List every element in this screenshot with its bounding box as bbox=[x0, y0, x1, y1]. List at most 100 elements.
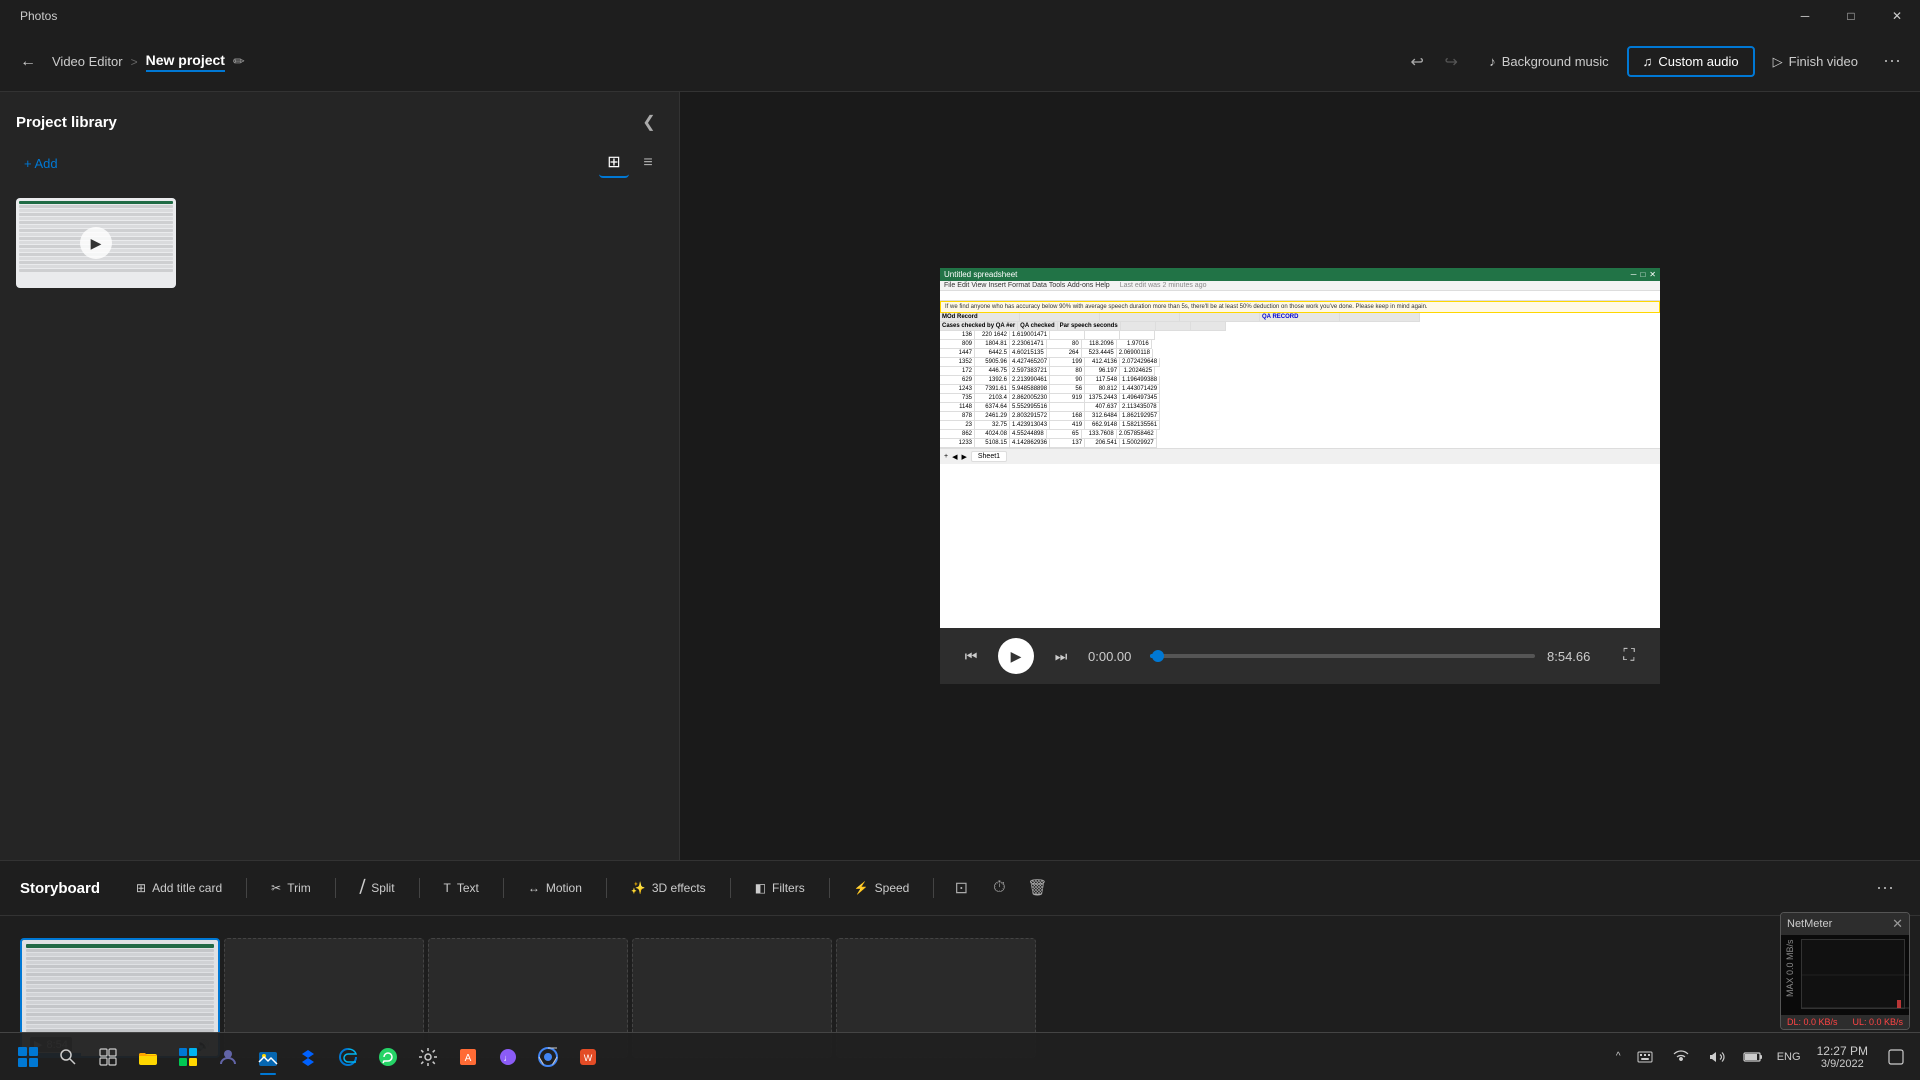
progress-dot[interactable] bbox=[1152, 650, 1164, 662]
progress-bar[interactable] bbox=[1150, 654, 1535, 658]
add-title-card-button[interactable]: ⊞ Add title card bbox=[124, 875, 234, 901]
taskbar-app13-button[interactable]: W bbox=[568, 1037, 608, 1077]
motion-icon: ↔ bbox=[528, 881, 540, 895]
tray-expand-button[interactable]: ^ bbox=[1612, 1047, 1625, 1066]
ss-next-sheet[interactable]: ▶ bbox=[961, 453, 966, 461]
language-indicator[interactable]: ENG bbox=[1773, 1041, 1805, 1073]
filters-button[interactable]: ◧ Filters bbox=[743, 875, 817, 901]
crop-button[interactable]: ⊡ bbox=[946, 873, 976, 903]
duration-display: 8:54.66 bbox=[1547, 649, 1602, 664]
taskbar-network-button[interactable] bbox=[1665, 1041, 1697, 1073]
close-button[interactable]: ✕ bbox=[1874, 0, 1920, 32]
list-view-button[interactable]: ≡ bbox=[633, 148, 663, 178]
ss-tab-help[interactable]: Help bbox=[1095, 282, 1109, 289]
taskbar-store-button[interactable] bbox=[168, 1037, 208, 1077]
ss-formula-bar[interactable] bbox=[940, 291, 1660, 301]
minimize-button[interactable]: ─ bbox=[1782, 0, 1828, 32]
taskbar-photos-button[interactable] bbox=[248, 1037, 288, 1077]
ss-tab-file[interactable]: File bbox=[944, 282, 955, 289]
taskbar-teams-button[interactable] bbox=[208, 1037, 248, 1077]
rewind-button[interactable]: ⏮ bbox=[956, 641, 986, 671]
background-music-button[interactable]: ♪ Background music bbox=[1475, 48, 1622, 75]
netmeter-close-button[interactable]: ✕ bbox=[1892, 916, 1903, 932]
taskbar-chrome-button[interactable] bbox=[528, 1037, 568, 1077]
ss-tab-format[interactable]: Format bbox=[1008, 282, 1030, 289]
add-media-button[interactable]: + Add bbox=[16, 152, 66, 175]
taskbar-fileexplorer-button[interactable] bbox=[128, 1037, 168, 1077]
search-icon bbox=[58, 1047, 78, 1067]
split-button[interactable]: ⧸ Split bbox=[348, 873, 407, 903]
ss-tab-edit[interactable]: Edit bbox=[957, 282, 969, 289]
ss-subheader-row: Cases checked by QA #er QA checked Par s… bbox=[940, 322, 1660, 331]
taskbar-whatsapp-button[interactable] bbox=[368, 1037, 408, 1077]
time-button[interactable]: ⏱ bbox=[984, 873, 1014, 903]
ss-maximize[interactable]: □ bbox=[1640, 270, 1645, 279]
finish-video-button[interactable]: ▷ Finish video bbox=[1759, 48, 1872, 76]
ss-tab-data[interactable]: Data bbox=[1032, 282, 1047, 289]
text-button[interactable]: T Text bbox=[432, 875, 491, 901]
project-name-area: New project ✏ bbox=[146, 52, 245, 72]
ss-sheet1-tab[interactable]: Sheet1 bbox=[971, 451, 1007, 462]
separator bbox=[419, 878, 420, 898]
separator bbox=[829, 878, 830, 898]
ss-close[interactable]: ✕ bbox=[1649, 270, 1656, 279]
storyboard-more-button[interactable]: ⋯ bbox=[1870, 873, 1900, 903]
ss-tab-insert[interactable]: Insert bbox=[988, 282, 1006, 289]
title-bar: Photos ─ □ ✕ bbox=[0, 0, 1920, 32]
thumb-play-button[interactable]: ▶ bbox=[80, 227, 112, 259]
delete-button[interactable]: 🗑 bbox=[1022, 873, 1052, 903]
3d-effects-button[interactable]: ✨ 3D effects bbox=[619, 875, 718, 901]
media-thumbnail[interactable]: ▶ bbox=[16, 198, 176, 288]
taskbar-app10-button[interactable]: A bbox=[448, 1037, 488, 1077]
taskbar-taskview-button[interactable] bbox=[88, 1037, 128, 1077]
grid-view-button[interactable]: ⊞ bbox=[599, 148, 629, 178]
table-row: 13525905.964.427465207199412.41362.07242… bbox=[940, 358, 1660, 367]
taskbar-search-button[interactable] bbox=[48, 1037, 88, 1077]
more-options-button[interactable]: ⋯ bbox=[1876, 46, 1908, 78]
edit-project-name-button[interactable]: ✏ bbox=[233, 53, 245, 70]
netmeter-dl-rate: DL: 0.0 KB/s bbox=[1787, 1017, 1838, 1027]
filters-label: Filters bbox=[772, 881, 805, 895]
step-icon: ⏭ bbox=[1055, 648, 1068, 665]
ss-add-sheet[interactable]: + bbox=[944, 453, 948, 460]
system-clock[interactable]: 12:27 PM 3/9/2022 bbox=[1809, 1044, 1876, 1070]
taskbar-keyboard-button[interactable] bbox=[1629, 1041, 1661, 1073]
ss-tab-view[interactable]: View bbox=[971, 282, 986, 289]
add-label: + Add bbox=[24, 156, 58, 171]
speed-button[interactable]: ⚡ Speed bbox=[842, 875, 922, 901]
app10-icon: A bbox=[457, 1046, 479, 1068]
back-button[interactable]: ← bbox=[12, 46, 44, 78]
separator bbox=[335, 878, 336, 898]
add-title-card-icon: ⊞ bbox=[136, 881, 146, 895]
play-button[interactable]: ▶ bbox=[998, 638, 1034, 674]
taskbar-app11-button[interactable]: ♩ bbox=[488, 1037, 528, 1077]
fullscreen-button[interactable]: ⛶ bbox=[1614, 641, 1644, 671]
edge-icon bbox=[337, 1046, 359, 1068]
taskbar-edge-button[interactable] bbox=[328, 1037, 368, 1077]
maximize-button[interactable]: □ bbox=[1828, 0, 1874, 32]
taskbar-volume-button[interactable] bbox=[1701, 1041, 1733, 1073]
taskbar-battery-button[interactable] bbox=[1737, 1041, 1769, 1073]
custom-audio-button[interactable]: ♫ Custom audio bbox=[1627, 46, 1755, 77]
ss-col-3 bbox=[1121, 322, 1156, 331]
ss-minimize[interactable]: ─ bbox=[1631, 270, 1637, 279]
taskbar-settings-button[interactable] bbox=[408, 1037, 448, 1077]
start-button[interactable] bbox=[8, 1037, 48, 1077]
background-music-icon: ♪ bbox=[1489, 54, 1496, 69]
table-row: 8624024.084.5524489865133.76082.05785846… bbox=[940, 430, 1660, 439]
trim-button[interactable]: ✂ Trim bbox=[259, 875, 323, 901]
redo-button[interactable]: ↪ bbox=[1435, 46, 1467, 78]
motion-button[interactable]: ↔ Motion bbox=[516, 875, 594, 901]
3d-effects-icon: ✨ bbox=[631, 881, 646, 895]
ss-tab-addons[interactable]: Add-ons bbox=[1067, 282, 1093, 289]
notification-button[interactable] bbox=[1880, 1041, 1912, 1073]
ss-prev-sheet[interactable]: ◀ bbox=[952, 453, 957, 461]
more-icon: ⋯ bbox=[1883, 51, 1901, 72]
taskbar-dropbox-button[interactable] bbox=[288, 1037, 328, 1077]
taskview-icon bbox=[98, 1047, 118, 1067]
undo-button[interactable]: ↩ bbox=[1401, 46, 1433, 78]
svg-text:A: A bbox=[465, 1053, 472, 1064]
collapse-panel-button[interactable]: ❮ bbox=[635, 108, 663, 136]
step-button[interactable]: ⏭ bbox=[1046, 641, 1076, 671]
ss-tab-tools[interactable]: Tools bbox=[1049, 282, 1065, 289]
